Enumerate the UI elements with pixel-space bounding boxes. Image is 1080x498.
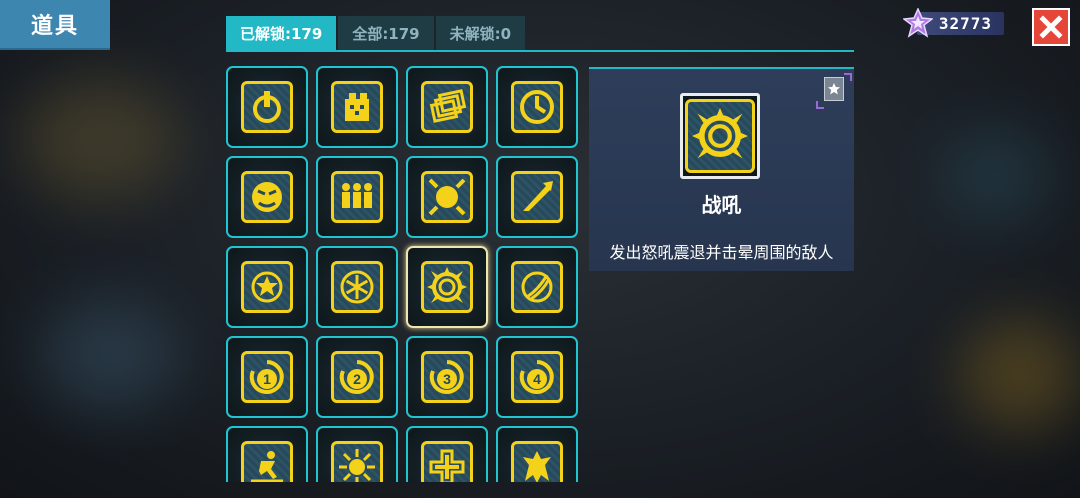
tab-unlocked[interactable]: 已解锁:179: [226, 16, 337, 52]
cross-icon: [421, 441, 473, 482]
claw-strike-icon: [511, 261, 563, 313]
item-slot[interactable]: [406, 156, 488, 238]
item-slot[interactable]: 4: [496, 336, 578, 418]
stacked-cards-icon: [421, 81, 473, 133]
tab-all[interactable]: 全部:179: [338, 16, 434, 52]
svg-text:2: 2: [353, 371, 361, 387]
clock-icon: [511, 81, 563, 133]
item-description: 发出怒吼震退并击晕周围的敌人: [609, 243, 834, 262]
item-slot[interactable]: [406, 66, 488, 148]
number-2-icon: 2: [331, 351, 383, 403]
runner-icon: [241, 441, 293, 482]
svg-text:1: 1: [263, 371, 271, 387]
star-icon: [828, 83, 840, 95]
roar-icon: [685, 99, 755, 173]
item-slot[interactable]: [406, 246, 488, 328]
number-1-icon: 1: [241, 351, 293, 403]
page-title: 道具: [0, 0, 110, 50]
background-glow: [940, 130, 1050, 220]
item-slot[interactable]: [226, 66, 308, 148]
number-3-icon: 3: [421, 351, 473, 403]
item-slot[interactable]: [316, 426, 398, 482]
star-gem-icon: [902, 8, 933, 38]
gift-box-icon: [331, 81, 383, 133]
item-detail-panel: 战吼 发出怒吼震退并击晕周围的敌人: [589, 67, 854, 271]
filter-tabs: 已解锁:179 全部:179 未解锁:0: [226, 16, 526, 52]
svg-text:3: 3: [443, 371, 451, 387]
slash-icon: [511, 171, 563, 223]
power-icon: [241, 81, 293, 133]
tab-locked[interactable]: 未解锁:0: [435, 16, 526, 52]
item-grid-scroll[interactable]: 1 2 3 4: [226, 66, 582, 482]
snowflake-icon: [331, 261, 383, 313]
item-slot[interactable]: [496, 246, 578, 328]
background-glow: [40, 300, 180, 410]
item-slot[interactable]: [226, 246, 308, 328]
currency-display: 32773: [902, 8, 1004, 38]
background-glow: [960, 320, 1080, 430]
corner-bracket: [844, 73, 852, 81]
item-slot[interactable]: [226, 426, 308, 482]
corner-bracket: [816, 101, 824, 109]
background-glow: [20, 80, 180, 200]
gear-burst-icon: [241, 261, 293, 313]
item-slot[interactable]: [496, 426, 578, 482]
three-figures-icon: [331, 171, 383, 223]
item-slot[interactable]: 3: [406, 336, 488, 418]
item-slot[interactable]: [316, 156, 398, 238]
close-button[interactable]: [1032, 8, 1070, 46]
item-slot[interactable]: 2: [316, 336, 398, 418]
detail-icon-frame: [680, 93, 760, 179]
dragon-icon: [511, 441, 563, 482]
close-icon: [1039, 15, 1063, 39]
number-4-icon: 4: [511, 351, 563, 403]
item-name: 战吼: [701, 193, 742, 217]
sunburst-icon: [331, 441, 383, 482]
item-slot[interactable]: [496, 156, 578, 238]
item-slot[interactable]: [316, 66, 398, 148]
svg-text:4: 4: [533, 371, 541, 387]
item-slot[interactable]: [496, 66, 578, 148]
blast-sun-icon: [421, 171, 473, 223]
item-slot[interactable]: [406, 426, 488, 482]
angry-face-icon: [241, 171, 293, 223]
tabs-divider: [226, 50, 854, 52]
item-slot[interactable]: [226, 156, 308, 238]
item-grid: 1 2 3 4: [226, 66, 582, 482]
rank-badge: [824, 77, 844, 101]
item-slot[interactable]: [316, 246, 398, 328]
roar-icon: [421, 261, 473, 313]
item-slot[interactable]: 1: [226, 336, 308, 418]
